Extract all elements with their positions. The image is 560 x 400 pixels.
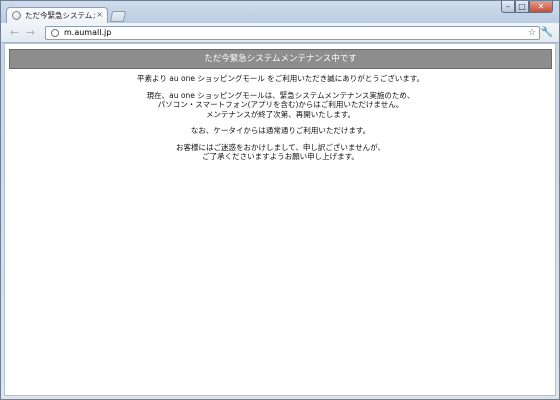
maintenance-message: 平素より au one ショッピングモール をご利用いただき誠にありがとうござい… <box>9 74 552 169</box>
wrench-menu-icon[interactable]: 🔧 <box>541 26 553 39</box>
message-paragraph: お客様にはご迷惑をおかけしまして、申し訳ございませんが、 ご了承くださいますよう… <box>9 143 552 162</box>
maintenance-banner: ただ今緊急システムメンテナンス中です <box>9 49 552 69</box>
message-line: メンテナンスが終了次第、再開いたします。 <box>205 109 356 119</box>
message-paragraph: なお、ケータイからは通常通りご利用いただけます。 <box>9 126 552 136</box>
back-button[interactable]: ← <box>8 26 21 39</box>
window-controls: – □ ✕ <box>501 1 553 14</box>
url-text[interactable]: m.aumall.jp <box>64 27 111 39</box>
page-viewport: ただ今緊急システムメンテナンス中です 平素より au one ショッピングモール… <box>4 43 556 396</box>
message-line: ご了承くださいますようお願い申し上げます。 <box>202 152 359 161</box>
maximize-button[interactable]: □ <box>515 1 529 13</box>
bookmark-star-icon[interactable]: ☆ <box>528 27 536 39</box>
forward-button[interactable]: → <box>24 26 37 39</box>
tab-close-button[interactable]: × <box>96 9 103 21</box>
message-paragraph: 現在、au one ショッピングモールは、緊急システムメンテナンス実施のため、 … <box>9 91 552 120</box>
message-paragraph: 平素より au one ショッピングモール をご利用いただき誠にありがとうござい… <box>9 74 552 84</box>
globe-icon <box>12 11 21 20</box>
message-line: お客様にはご迷惑をおかけしまして、申し訳ございませんが、 <box>175 142 386 152</box>
message-line: 現在、au one ショッピングモールは、緊急システムメンテナンス実施のため、 <box>146 90 415 100</box>
message-line: 平素より au one ショッピングモール をご利用いただき誠にありがとうござい… <box>137 74 424 83</box>
address-bar[interactable]: m.aumall.jp ☆ <box>45 26 540 40</box>
message-line: なお、ケータイからは通常通りご利用いただけます。 <box>190 126 371 135</box>
new-tab-button[interactable] <box>109 11 127 22</box>
message-line: パソコン・スマートフォン(アプリを含む)からはご利用いただけません。 <box>157 100 404 109</box>
close-window-button[interactable]: ✕ <box>529 1 553 13</box>
browser-toolbar: ← → m.aumall.jp ☆ 🔧 <box>1 23 559 43</box>
tab-title: ただ今緊急システムメンテ <box>25 11 95 20</box>
browser-window: ただ今緊急システムメンテ × – □ ✕ ← → m.aumall.jp ☆ 🔧… <box>0 0 560 400</box>
browser-tab[interactable]: ただ今緊急システムメンテ × <box>6 7 108 24</box>
tab-strip: ただ今緊急システムメンテ × – □ ✕ <box>1 1 559 24</box>
page-icon <box>51 29 59 37</box>
minimize-button[interactable]: – <box>501 1 515 13</box>
